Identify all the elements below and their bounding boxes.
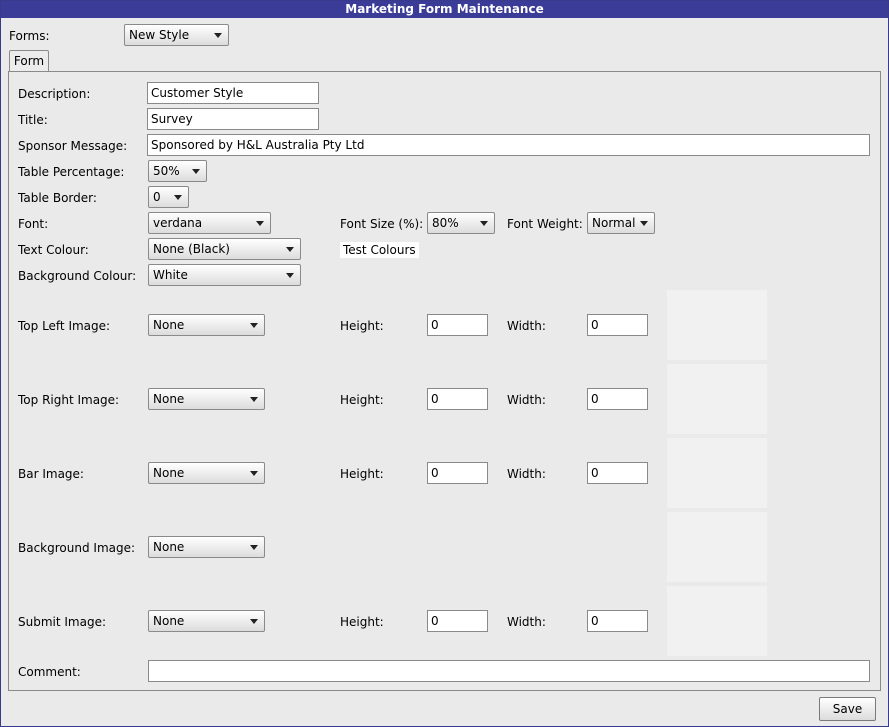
top-right-image-preview bbox=[667, 364, 767, 434]
top-right-image-value: None bbox=[153, 392, 185, 406]
top-right-image-label: Top Right Image: bbox=[18, 393, 120, 407]
font-label: Font: bbox=[18, 217, 49, 231]
comment-label: Comment: bbox=[18, 665, 81, 679]
top-right-height-label: Height: bbox=[340, 393, 384, 407]
title-field[interactable]: Survey bbox=[147, 108, 319, 130]
bar-image-preview bbox=[667, 438, 767, 508]
sponsor-message-field[interactable]: Sponsored by H&L Australia Pty Ltd bbox=[147, 134, 870, 156]
submit-height-field[interactable]: 0 bbox=[427, 610, 488, 632]
background-colour-select[interactable]: White bbox=[148, 264, 301, 286]
chevron-down-icon bbox=[214, 33, 222, 38]
submit-image-label: Submit Image: bbox=[18, 615, 107, 629]
font-weight-select[interactable]: Normal bbox=[587, 212, 655, 234]
bar-width-label: Width: bbox=[507, 467, 546, 481]
window-title: Marketing Form Maintenance bbox=[1, 1, 888, 18]
table-border-value: 0 bbox=[153, 190, 161, 204]
text-colour-select[interactable]: None (Black) bbox=[148, 238, 301, 260]
bar-image-value: None bbox=[153, 466, 185, 480]
font-weight-label: Font Weight: bbox=[507, 217, 583, 231]
test-colours-preview: Test Colours bbox=[340, 242, 419, 258]
top-left-image-preview bbox=[667, 290, 767, 360]
background-image-preview bbox=[667, 512, 767, 582]
top-left-height-field[interactable]: 0 bbox=[427, 314, 488, 336]
chevron-down-icon bbox=[286, 273, 294, 278]
chevron-down-icon bbox=[250, 619, 258, 624]
bar-width-field[interactable]: 0 bbox=[587, 462, 648, 484]
submit-image-value: None bbox=[153, 614, 185, 628]
font-size-select[interactable]: 80% bbox=[427, 212, 495, 234]
save-button[interactable]: Save bbox=[819, 697, 876, 721]
sponsor-message-label: Sponsor Message: bbox=[18, 139, 128, 153]
top-left-width-label: Width: bbox=[507, 319, 546, 333]
bar-image-select[interactable]: None bbox=[148, 462, 265, 484]
chevron-down-icon bbox=[250, 323, 258, 328]
top-left-image-value: None bbox=[153, 318, 185, 332]
forms-select[interactable]: New Style bbox=[124, 24, 229, 46]
top-right-width-label: Width: bbox=[507, 393, 546, 407]
text-colour-value: None (Black) bbox=[153, 242, 230, 256]
chevron-down-icon bbox=[250, 545, 258, 550]
font-select[interactable]: verdana bbox=[148, 212, 271, 234]
description-field[interactable]: Customer Style bbox=[147, 82, 319, 104]
table-percentage-label: Table Percentage: bbox=[18, 165, 125, 179]
top-left-width-field[interactable]: 0 bbox=[587, 314, 648, 336]
forms-select-value: New Style bbox=[129, 28, 190, 42]
font-size-label: Font Size (%): bbox=[340, 217, 424, 231]
font-size-value: 80% bbox=[432, 216, 459, 230]
table-border-select[interactable]: 0 bbox=[148, 186, 189, 208]
submit-image-preview bbox=[667, 586, 767, 656]
submit-width-field[interactable]: 0 bbox=[587, 610, 648, 632]
table-percentage-select[interactable]: 50% bbox=[148, 160, 207, 182]
top-right-image-select[interactable]: None bbox=[148, 388, 265, 410]
top-left-height-label: Height: bbox=[340, 319, 384, 333]
top-left-image-label: Top Left Image: bbox=[18, 319, 111, 333]
bar-height-field[interactable]: 0 bbox=[427, 462, 488, 484]
chevron-down-icon bbox=[192, 169, 200, 174]
background-image-label: Background Image: bbox=[18, 541, 136, 555]
font-value: verdana bbox=[153, 216, 203, 230]
background-image-select[interactable]: None bbox=[148, 536, 265, 558]
chevron-down-icon bbox=[480, 221, 488, 226]
description-label: Description: bbox=[18, 87, 91, 101]
title-label: Title: bbox=[18, 113, 48, 127]
app-window: Marketing Form Maintenance Forms: New St… bbox=[0, 0, 889, 727]
background-image-value: None bbox=[153, 540, 185, 554]
submit-height-label: Height: bbox=[340, 615, 384, 629]
chevron-down-icon bbox=[174, 195, 182, 200]
bar-height-label: Height: bbox=[340, 467, 384, 481]
text-colour-label: Text Colour: bbox=[18, 243, 89, 257]
comment-field[interactable] bbox=[148, 660, 870, 682]
chevron-down-icon bbox=[286, 247, 294, 252]
tab-form[interactable]: Form bbox=[9, 50, 49, 72]
chevron-down-icon bbox=[250, 471, 258, 476]
table-percentage-value: 50% bbox=[153, 164, 180, 178]
table-border-label: Table Border: bbox=[18, 191, 97, 205]
background-colour-value: White bbox=[153, 268, 188, 282]
chevron-down-icon bbox=[256, 221, 264, 226]
chevron-down-icon bbox=[250, 397, 258, 402]
background-colour-label: Background Colour: bbox=[18, 269, 137, 283]
bar-image-label: Bar Image: bbox=[18, 467, 84, 481]
chevron-down-icon bbox=[640, 221, 648, 226]
forms-label: Forms: bbox=[9, 29, 50, 43]
top-left-image-select[interactable]: None bbox=[148, 314, 265, 336]
top-right-width-field[interactable]: 0 bbox=[587, 388, 648, 410]
submit-image-select[interactable]: None bbox=[148, 610, 265, 632]
top-right-height-field[interactable]: 0 bbox=[427, 388, 488, 410]
font-weight-value: Normal bbox=[592, 216, 636, 230]
submit-width-label: Width: bbox=[507, 615, 546, 629]
